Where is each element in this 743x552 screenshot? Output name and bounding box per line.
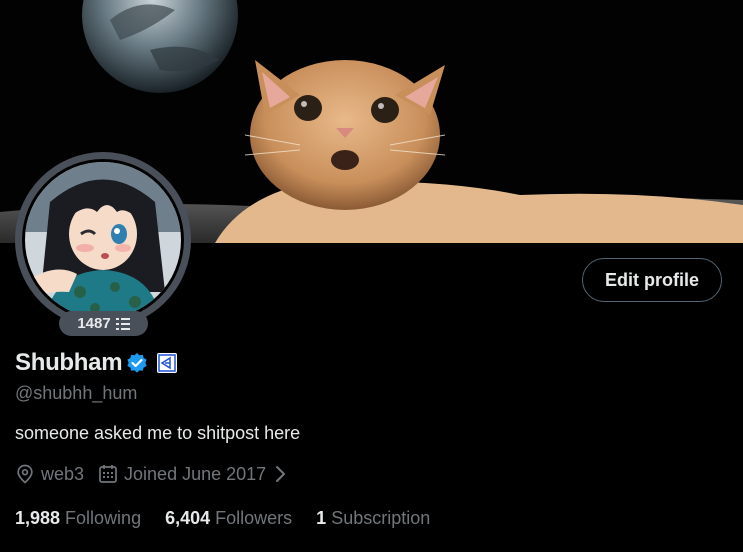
following-count: 1,988 bbox=[15, 507, 61, 528]
edit-profile-button[interactable]: Edit profile bbox=[582, 258, 722, 302]
followers-label: Followers bbox=[215, 507, 293, 528]
avatar-image bbox=[25, 162, 181, 318]
location-pin-icon bbox=[17, 464, 33, 484]
following-link[interactable]: 1,988 Following bbox=[15, 508, 141, 529]
badge-pill[interactable]: 1487 bbox=[59, 311, 148, 336]
bio: someone asked me to shitpost here bbox=[15, 423, 301, 443]
location-text: web3 bbox=[41, 463, 85, 484]
subscriptions-label: Subscription bbox=[331, 507, 431, 528]
subscriptions-count: 1 bbox=[316, 507, 327, 528]
chevron-right-icon[interactable] bbox=[274, 465, 286, 483]
followers-link[interactable]: 6,404 Followers bbox=[165, 508, 292, 529]
badge-count: 1487 bbox=[77, 315, 111, 332]
subscriptions-link[interactable]: 1 Subscription bbox=[316, 508, 430, 529]
avatar[interactable] bbox=[15, 152, 191, 328]
avatar-border bbox=[22, 159, 184, 321]
following-label: Following bbox=[65, 507, 142, 528]
display-name: Shubham bbox=[15, 349, 123, 376]
user-handle: @shubhh_hum bbox=[15, 383, 138, 403]
profile-stats: 1,988 Following 6,404 Followers 1 Subscr… bbox=[15, 506, 430, 530]
stack-icon bbox=[115, 317, 130, 330]
calendar-icon bbox=[99, 465, 117, 483]
location: web3 bbox=[15, 464, 84, 485]
joined-date[interactable]: Joined June 2017 bbox=[98, 464, 286, 485]
verified-check-icon[interactable] bbox=[126, 352, 148, 374]
affiliate-badge-icon[interactable] bbox=[156, 352, 178, 374]
followers-count: 6,404 bbox=[165, 507, 211, 528]
name-row: Shubham bbox=[15, 348, 178, 378]
profile-meta: web3 Joined June 2017 bbox=[15, 462, 286, 486]
joined-text: Joined June 2017 bbox=[124, 463, 267, 484]
